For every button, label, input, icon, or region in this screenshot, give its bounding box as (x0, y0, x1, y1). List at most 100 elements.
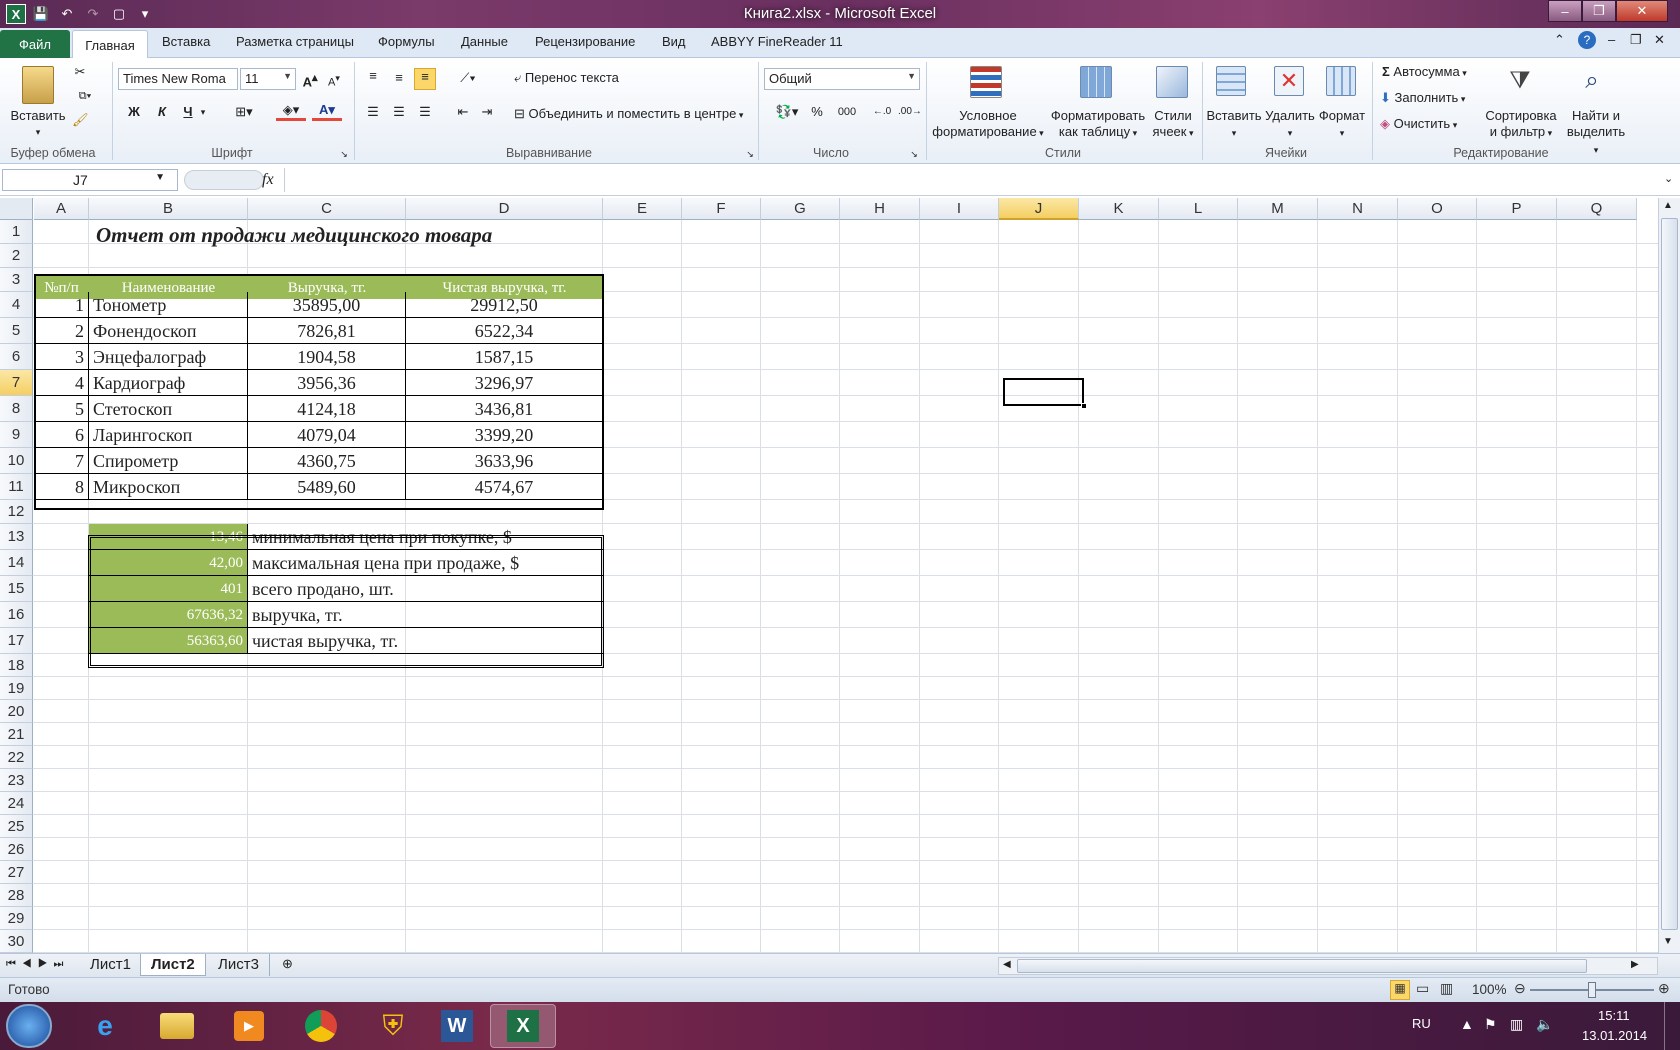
conditional-formatting-icon[interactable] (970, 66, 1002, 98)
sort-filter-button[interactable]: Сортировка и фильтр ▾ (1478, 108, 1564, 141)
row-header-4[interactable]: 4 (0, 292, 33, 318)
format-as-table-button[interactable]: Форматировать как таблицу ▾ (1048, 108, 1148, 141)
shrink-font-icon[interactable]: A▾ (326, 70, 342, 91)
close-button[interactable]: ✕ (1616, 0, 1668, 22)
row-header-3[interactable]: 3 (0, 268, 33, 292)
tab-file[interactable]: Файл (0, 30, 70, 58)
align-top-icon[interactable]: ≡ (364, 68, 382, 84)
row-header-7[interactable]: 7 (0, 370, 33, 396)
name-box[interactable]: J7 ▼ (2, 169, 178, 191)
show-desktop-button[interactable] (1664, 1002, 1680, 1050)
row-header-5[interactable]: 5 (0, 318, 33, 344)
row-header-11[interactable]: 11 (0, 474, 33, 500)
column-header-f[interactable]: F (682, 198, 761, 220)
formula-expand-icon[interactable]: ⌄ (1664, 172, 1673, 185)
excel-taskbar-icon[interactable]: X (490, 1004, 556, 1048)
tray-flag-icon[interactable]: ⚑ (1484, 1016, 1497, 1033)
sheet-tab-2[interactable]: Лист2 (140, 954, 206, 976)
row-header-25[interactable]: 25 (0, 815, 33, 838)
underline-dropdown-icon[interactable]: ▾ (198, 104, 208, 120)
column-header-q[interactable]: Q (1557, 198, 1637, 220)
tab-abbyy[interactable]: ABBYY FineReader 11 (711, 34, 843, 49)
row-header-22[interactable]: 22 (0, 746, 33, 769)
column-header-n[interactable]: N (1318, 198, 1398, 220)
row-header-21[interactable]: 21 (0, 723, 33, 746)
vertical-scroll-thumb[interactable] (1661, 218, 1678, 930)
cell-styles-icon[interactable] (1156, 66, 1188, 98)
tab-insert[interactable]: Вставка (162, 34, 210, 49)
format-painter-icon[interactable]: 🖌 (72, 112, 89, 128)
scroll-left-icon[interactable]: ◀ (1003, 959, 1011, 970)
row-header-14[interactable]: 14 (0, 550, 33, 576)
vertical-scrollbar[interactable]: ▲ ▼ (1658, 198, 1680, 953)
cell-styles-button[interactable]: Стили ячеек ▾ (1148, 108, 1198, 141)
column-header-m[interactable]: M (1238, 198, 1318, 220)
column-header-d[interactable]: D (406, 198, 603, 220)
autosum-button[interactable]: Σ Автосумма ▾ (1382, 64, 1467, 81)
column-header-e[interactable]: E (603, 198, 682, 220)
column-header-p[interactable]: P (1477, 198, 1557, 220)
media-player-taskbar-icon[interactable]: ▶ (216, 1004, 282, 1048)
page-layout-view-icon[interactable]: ▭ (1416, 980, 1429, 997)
fill-handle[interactable] (1081, 403, 1087, 409)
spreadsheet-grid[interactable]: ABCDEFGHIJKLMNOPQ 1 2 3 4 5 6 7 8 9 10 11 12 13 14 15 1… (0, 198, 1658, 953)
tab-review[interactable]: Рецензирование (535, 34, 635, 49)
decrease-decimal-icon[interactable]: .00→ (898, 104, 922, 120)
scroll-up-icon[interactable]: ▲ (1663, 200, 1673, 211)
increase-indent-icon[interactable]: ⇥ (478, 104, 496, 120)
borders-icon[interactable]: ⊞▾ (230, 104, 258, 120)
format-cells-button[interactable]: Формат ▾ (1316, 108, 1368, 141)
zoom-in-icon[interactable]: ⊕ (1658, 980, 1670, 997)
tab-formulas[interactable]: Формулы (378, 34, 435, 49)
normal-view-icon[interactable]: ▦ (1390, 980, 1410, 1000)
column-header-o[interactable]: O (1398, 198, 1477, 220)
row-header-30[interactable]: 30 (0, 930, 33, 953)
doc-minimize-icon[interactable]: – (1608, 32, 1615, 47)
row-header-12[interactable]: 12 (0, 500, 33, 524)
thousands-button[interactable]: 000 (836, 104, 858, 120)
formula-input[interactable] (284, 168, 1656, 192)
binoculars-icon[interactable]: ⌕ (1576, 66, 1608, 98)
row-header-13[interactable]: 13 (0, 524, 33, 550)
underline-button[interactable]: Ч (180, 104, 196, 120)
page-break-view-icon[interactable]: ▥ (1440, 980, 1453, 997)
word-taskbar-icon[interactable]: W (424, 1004, 490, 1048)
row-header-16[interactable]: 16 (0, 602, 33, 628)
fill-button[interactable]: ⬇ Заполнить ▾ (1380, 90, 1465, 107)
align-center-icon[interactable]: ☰ (390, 104, 408, 120)
currency-format-icon[interactable]: 💱▾ (770, 104, 804, 120)
security-taskbar-icon[interactable]: ⛨ (360, 1004, 426, 1048)
maximize-button[interactable]: ❐ (1582, 0, 1616, 22)
wrap-text-button[interactable]: ⤶ Перенос текста (514, 70, 619, 86)
row-header-17[interactable]: 17 (0, 628, 33, 654)
explorer-taskbar-icon[interactable] (144, 1004, 210, 1048)
select-all-corner[interactable] (0, 198, 33, 220)
selected-cell-j7[interactable] (1003, 378, 1084, 406)
row-header-24[interactable]: 24 (0, 792, 33, 815)
clock-date[interactable]: 13.01.2014 (1582, 1028, 1647, 1043)
italic-button[interactable]: К (154, 104, 170, 120)
increase-decimal-icon[interactable]: ←.0 (872, 104, 892, 120)
orientation-icon[interactable]: ⟋▾ (454, 70, 482, 86)
minimize-button[interactable]: – (1548, 0, 1582, 22)
column-header-b[interactable]: B (89, 198, 248, 220)
font-dialog-launcher-icon[interactable]: ↘ (338, 146, 350, 162)
row-header-2[interactable]: 2 (0, 244, 33, 268)
number-format-combo[interactable]: Общий ▼ (764, 68, 920, 90)
zoom-slider-thumb[interactable] (1588, 982, 1596, 998)
clear-button[interactable]: ◈ Очистить ▾ (1380, 116, 1457, 133)
sort-filter-icon[interactable]: ⧩ (1504, 66, 1536, 98)
font-name-combo[interactable]: Times New Roma (118, 68, 238, 90)
row-header-23[interactable]: 23 (0, 769, 33, 792)
delete-cells-button[interactable]: Удалить ▾ (1262, 108, 1318, 141)
help-icon[interactable]: ? (1578, 31, 1596, 49)
row-header-19[interactable]: 19 (0, 677, 33, 700)
row-header-20[interactable]: 20 (0, 700, 33, 723)
align-bottom-icon[interactable]: ≡ (414, 68, 436, 90)
insert-cells-icon[interactable] (1216, 66, 1246, 96)
merge-center-button[interactable]: ⊟ Объединить и поместить в центре ▾ (514, 106, 743, 123)
column-header-a[interactable]: A (34, 198, 89, 220)
formula-expand-control[interactable] (184, 170, 264, 190)
format-as-table-icon[interactable] (1080, 66, 1112, 98)
row-header-9[interactable]: 9 (0, 422, 33, 448)
